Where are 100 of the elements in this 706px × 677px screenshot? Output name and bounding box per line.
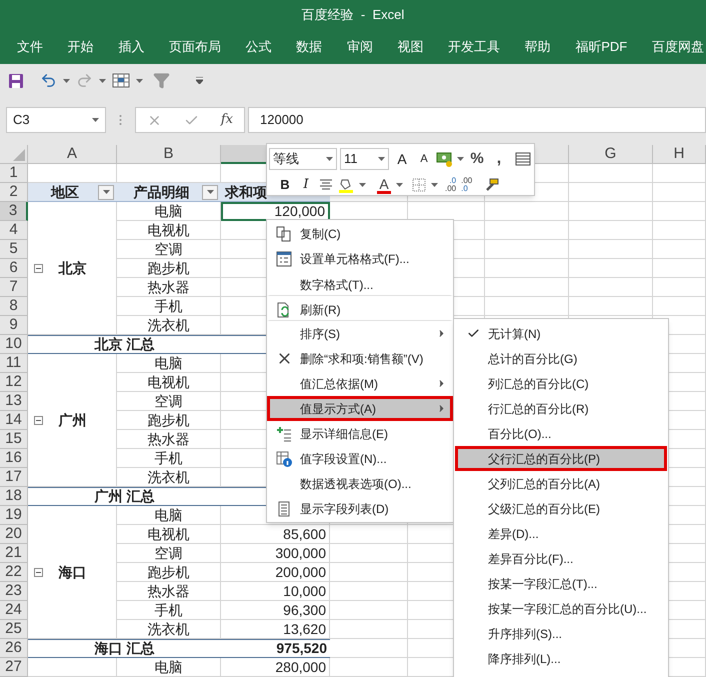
formula-input[interactable]: 120000 bbox=[248, 107, 706, 133]
font-name-dropdown[interactable]: 等线 bbox=[269, 148, 337, 170]
row-header[interactable]: 13 bbox=[0, 392, 28, 411]
select-all-icon[interactable] bbox=[13, 149, 25, 161]
empty-cell[interactable] bbox=[653, 259, 706, 278]
row-header[interactable]: 10 bbox=[0, 335, 28, 354]
ribbon-tab[interactable]: 公式 bbox=[246, 37, 272, 57]
column-header[interactable]: A bbox=[28, 145, 117, 164]
ribbon-tab[interactable]: 数据 bbox=[296, 37, 322, 57]
ribbon-tab[interactable]: 页面布局 bbox=[168, 37, 221, 57]
empty-cell[interactable] bbox=[569, 221, 653, 240]
ribbon-tab[interactable]: 百度网盘 bbox=[652, 37, 704, 57]
submenu-item[interactable]: 按某一字段汇总的百分比(U)... bbox=[455, 596, 667, 621]
row-header[interactable]: 6 bbox=[0, 259, 28, 278]
fill-color-icon[interactable] bbox=[338, 177, 354, 193]
ribbon-tab[interactable]: 帮助 bbox=[524, 37, 551, 57]
font-color-button[interactable]: A bbox=[377, 176, 391, 194]
empty-cell[interactable] bbox=[569, 183, 653, 202]
row-header[interactable]: 12 bbox=[0, 373, 28, 392]
row-header[interactable]: 1 bbox=[0, 164, 28, 183]
menu-item[interactable]: 显示字段列表(D) bbox=[267, 496, 453, 521]
save-icon[interactable] bbox=[8, 72, 24, 88]
row-header[interactable]: 18 bbox=[0, 487, 28, 506]
submenu-item[interactable]: 总计的百分比(G) bbox=[455, 346, 667, 371]
empty-cell[interactable] bbox=[653, 183, 706, 202]
row-header[interactable]: 20 bbox=[0, 525, 28, 544]
ribbon-tab[interactable]: 文件 bbox=[17, 37, 43, 57]
empty-cell[interactable] bbox=[330, 658, 408, 677]
empty-cell[interactable] bbox=[653, 278, 706, 297]
menu-item[interactable]: 排序(S) bbox=[267, 321, 453, 346]
ribbon-tab[interactable]: 插入 bbox=[118, 37, 144, 57]
row-header[interactable]: 27 bbox=[0, 658, 28, 677]
collapse-icon[interactable] bbox=[34, 416, 43, 424]
filter-dropdown[interactable] bbox=[98, 184, 114, 200]
drag-handle-icon[interactable] bbox=[119, 114, 122, 126]
empty-cell[interactable] bbox=[330, 639, 408, 658]
row-header[interactable]: 21 bbox=[0, 544, 28, 563]
collapse-icon[interactable] bbox=[34, 568, 43, 576]
empty-cell[interactable] bbox=[653, 221, 706, 240]
menu-item[interactable]: 值字段设置(N)... bbox=[267, 446, 453, 471]
comma-button[interactable]: , bbox=[490, 149, 508, 169]
submenu-item[interactable]: 父级汇总的百分比(E) bbox=[455, 496, 667, 521]
submenu-item[interactable]: 列汇总的百分比(C) bbox=[455, 371, 667, 396]
empty-cell[interactable] bbox=[569, 297, 653, 316]
row-header[interactable]: 7 bbox=[0, 278, 28, 297]
menu-item[interactable]: 删除“求和项:销售额”(V) bbox=[267, 346, 453, 371]
ribbon-tab[interactable]: 开发工具 bbox=[448, 37, 500, 57]
empty-cell[interactable] bbox=[485, 202, 569, 221]
menu-item[interactable]: 数据透视表选项(O)... bbox=[267, 471, 453, 496]
submenu-item[interactable]: 百分比(O)... bbox=[455, 421, 667, 446]
submenu-item[interactable]: 无计算(N) bbox=[455, 321, 667, 346]
empty-cell[interactable] bbox=[330, 620, 408, 639]
row-header[interactable]: 17 bbox=[0, 468, 28, 487]
menu-item[interactable]: 复制(C) bbox=[267, 221, 453, 246]
form-icon[interactable] bbox=[112, 72, 130, 88]
column-header[interactable]: G bbox=[569, 145, 653, 164]
customize-icon[interactable] bbox=[196, 77, 203, 84]
decrease-decimal-button[interactable]: .00 .0 bbox=[461, 177, 472, 193]
row-header[interactable]: 26 bbox=[0, 639, 28, 658]
percent-button[interactable]: % bbox=[467, 149, 487, 169]
insert-function-button[interactable]: fx bbox=[220, 110, 233, 130]
row-header[interactable]: 9 bbox=[0, 316, 28, 335]
ribbon-tab[interactable]: 福昕PDF bbox=[575, 37, 628, 57]
row-header[interactable]: 2 bbox=[0, 183, 28, 202]
menu-item[interactable]: 值显示方式(A) bbox=[267, 396, 453, 421]
table-format-icon[interactable] bbox=[515, 152, 531, 166]
ribbon-tab[interactable]: 开始 bbox=[68, 37, 94, 57]
name-box[interactable]: C3 bbox=[6, 107, 106, 133]
empty-cell[interactable] bbox=[653, 240, 706, 259]
column-header[interactable]: B bbox=[117, 145, 221, 164]
empty-cell[interactable] bbox=[653, 164, 706, 183]
empty-cell[interactable] bbox=[569, 240, 653, 259]
empty-cell[interactable] bbox=[569, 202, 653, 221]
grow-font-button[interactable]: A bbox=[392, 149, 412, 169]
collapse-icon[interactable] bbox=[34, 264, 43, 272]
submenu-item[interactable]: 行汇总的百分比(R) bbox=[455, 396, 667, 421]
empty-cell[interactable] bbox=[485, 297, 569, 316]
shrink-font-button[interactable]: A bbox=[415, 149, 433, 169]
borders-icon[interactable] bbox=[412, 178, 426, 192]
filter-icon[interactable] bbox=[153, 72, 170, 89]
row-header[interactable]: 15 bbox=[0, 430, 28, 449]
row-header[interactable]: 24 bbox=[0, 601, 28, 620]
ribbon-tab[interactable]: 审阅 bbox=[346, 37, 373, 57]
empty-cell[interactable] bbox=[485, 259, 569, 278]
row-header[interactable]: 3 bbox=[0, 202, 28, 221]
column-header[interactable]: H bbox=[653, 145, 706, 164]
undo-icon[interactable] bbox=[40, 72, 57, 89]
row-header[interactable]: 5 bbox=[0, 240, 28, 259]
empty-cell[interactable] bbox=[485, 278, 569, 297]
font-size-dropdown[interactable]: 11 bbox=[340, 148, 389, 170]
submenu-item[interactable]: 差异(D)... bbox=[455, 521, 667, 546]
submenu-item[interactable]: 父行汇总的百分比(P) bbox=[455, 446, 667, 471]
align-center-icon[interactable] bbox=[319, 179, 333, 191]
row-header[interactable]: 14 bbox=[0, 411, 28, 430]
menu-item[interactable]: 刷新(R) bbox=[267, 296, 453, 321]
empty-cell[interactable] bbox=[485, 221, 569, 240]
empty-cell[interactable] bbox=[330, 525, 408, 544]
submenu-item[interactable]: 降序排列(L)... bbox=[455, 646, 667, 671]
empty-cell[interactable] bbox=[569, 164, 653, 183]
empty-cell[interactable] bbox=[330, 582, 408, 601]
